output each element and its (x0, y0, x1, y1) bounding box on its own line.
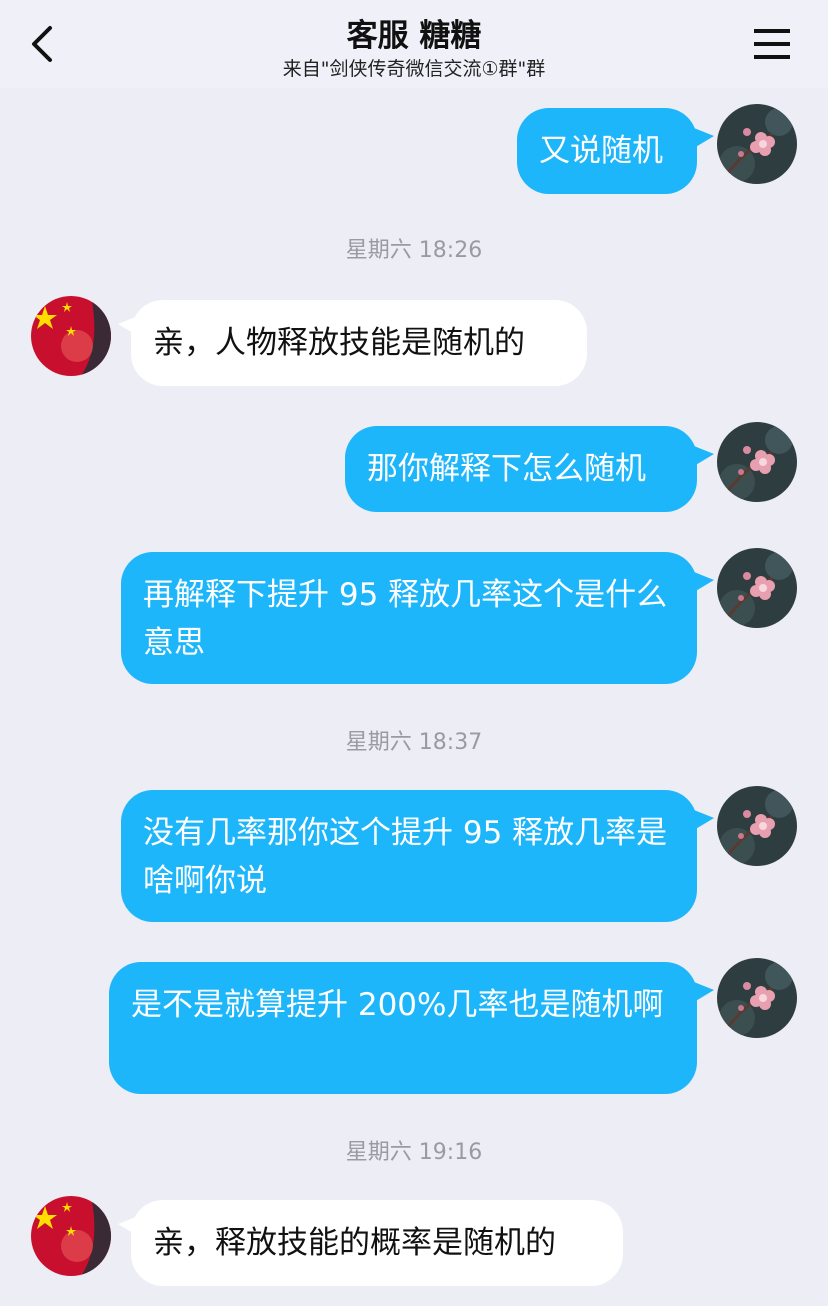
menu-button[interactable] (752, 26, 792, 62)
message-text: 再解释下提升 95 释放几率这个是什么意思 (143, 577, 668, 661)
bubble-tail (694, 446, 714, 466)
timestamp: 星期六 19:16 (345, 1140, 483, 1165)
plum-blossom-avatar-icon (717, 786, 797, 866)
message-text: 是不是就算提升 200%几率也是随机啊 (131, 987, 664, 1023)
plum-blossom-avatar-icon (717, 548, 797, 628)
message-text: 那你解释下怎么随机 (367, 451, 646, 487)
chat-header: 客服 糖糖 来自"剑侠传奇微信交流①群"群 (0, 0, 828, 88)
timestamp: 星期六 18:37 (345, 730, 483, 755)
bubble-tail (694, 810, 714, 830)
message-text: 亲，人物释放技能是随机的 (153, 325, 525, 361)
hamburger-menu-icon (754, 29, 790, 59)
bubble-tail (694, 982, 714, 1002)
plum-blossom-avatar-icon (717, 958, 797, 1038)
my-avatar[interactable] (717, 958, 797, 1038)
message-text: 又说随机 (539, 133, 663, 169)
bubble-tail (694, 572, 714, 592)
message-text: 没有几率那你这个提升 95 释放几率是啥啊你说 (143, 815, 668, 899)
message-bubble-incoming[interactable]: 亲，人物释放技能是随机的 (131, 300, 587, 386)
agent-avatar[interactable] (31, 296, 111, 376)
agent-avatar[interactable] (31, 1196, 111, 1276)
message-bubble-outgoing[interactable]: 再解释下提升 95 释放几率这个是什么意思 (121, 552, 697, 684)
chat-source-subtitle: 来自"剑侠传奇微信交流①群"群 (282, 58, 546, 80)
flag-avatar-icon (31, 296, 111, 376)
chat-title: 客服 糖糖 (346, 18, 482, 54)
flag-avatar-icon (31, 1196, 111, 1276)
my-avatar[interactable] (717, 422, 797, 502)
message-bubble-outgoing[interactable]: 是不是就算提升 200%几率也是随机啊 (109, 962, 697, 1094)
my-avatar[interactable] (717, 786, 797, 866)
my-avatar[interactable] (717, 104, 797, 184)
message-bubble-outgoing[interactable]: 没有几率那你这个提升 95 释放几率是啥啊你说 (121, 790, 697, 922)
message-bubble-outgoing[interactable]: 又说随机 (517, 108, 697, 194)
my-avatar[interactable] (717, 548, 797, 628)
plum-blossom-avatar-icon (717, 422, 797, 502)
timestamp: 星期六 18:26 (345, 238, 483, 263)
message-bubble-incoming[interactable]: 亲，释放技能的概率是随机的 (131, 1200, 623, 1286)
message-bubble-outgoing[interactable]: 那你解释下怎么随机 (345, 426, 697, 512)
plum-blossom-avatar-icon (717, 104, 797, 184)
message-text: 亲，释放技能的概率是随机的 (153, 1225, 556, 1261)
bubble-tail (694, 128, 714, 148)
